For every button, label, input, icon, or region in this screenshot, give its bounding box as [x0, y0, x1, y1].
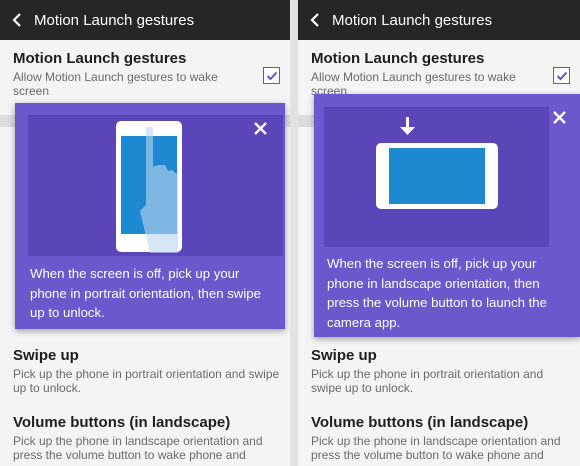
volume-buttons-title: Volume buttons (in landscape): [311, 414, 529, 431]
setting-title: Motion Launch gestures: [311, 50, 485, 67]
app-bar: Motion Launch gestures: [0, 0, 290, 40]
page-title: Motion Launch gestures: [34, 11, 195, 29]
tip-text: When the screen is off, pick up your pho…: [327, 256, 547, 330]
portrait-illustration: [28, 115, 283, 256]
close-tip-button[interactable]: [249, 117, 271, 139]
close-icon: [253, 121, 267, 135]
down-arrow-icon: [400, 117, 415, 135]
setting-description: Allow Motion Launch gestures to wake scr…: [13, 70, 218, 98]
tip-text: When the screen is off, pick up your pho…: [30, 266, 261, 320]
page-title: Motion Launch gestures: [332, 11, 493, 29]
panel-divider: [290, 0, 298, 466]
left-panel: Motion Launch gestures Motion Launch ges…: [0, 0, 290, 466]
swipe-up-description: Pick up the phone in portrait orientatio…: [13, 367, 280, 395]
setting-motion-launch[interactable]: Motion Launch gestures Allow Motion Laun…: [13, 50, 282, 98]
close-icon: [552, 110, 566, 124]
volume-buttons-title: Volume buttons (in landscape): [13, 414, 231, 431]
setting-volume-buttons[interactable]: Volume buttons (in landscape) Pick up th…: [311, 414, 572, 462]
volume-buttons-description: Pick up the phone in landscape orientati…: [311, 434, 561, 462]
tip-card-landscape: When the screen is off, pick up your pho…: [314, 94, 580, 337]
check-icon: [556, 71, 567, 80]
landscape-illustration: [324, 107, 549, 247]
back-arrow-icon: [310, 13, 319, 27]
right-panel: Motion Launch gestures Motion Launch ges…: [298, 0, 580, 466]
setting-motion-launch[interactable]: Motion Launch gestures Allow Motion Laun…: [311, 50, 572, 98]
phone-portrait-illustration: [116, 121, 182, 253]
setting-swipe-up[interactable]: Swipe up Pick up the phone in portrait o…: [311, 347, 572, 395]
app-bar: Motion Launch gestures: [298, 0, 580, 40]
check-icon: [266, 71, 277, 80]
phone-landscape-illustration: [376, 117, 498, 209]
back-button[interactable]: [0, 0, 34, 40]
motion-launch-checkbox[interactable]: [263, 67, 280, 84]
back-arrow-icon: [12, 13, 21, 27]
setting-swipe-up[interactable]: Swipe up Pick up the phone in portrait o…: [13, 347, 282, 395]
close-tip-button[interactable]: [548, 106, 570, 128]
swipe-up-description: Pick up the phone in portrait orientatio…: [311, 367, 544, 395]
volume-buttons-description: Pick up the phone in landscape orientati…: [13, 434, 263, 462]
swipe-up-title: Swipe up: [311, 347, 377, 364]
motion-launch-checkbox[interactable]: [553, 67, 570, 84]
back-button[interactable]: [298, 0, 332, 40]
swipe-up-title: Swipe up: [13, 347, 79, 364]
setting-title: Motion Launch gestures: [13, 50, 187, 67]
setting-volume-buttons[interactable]: Volume buttons (in landscape) Pick up th…: [13, 414, 282, 462]
screen: Motion Launch gestures Motion Launch ges…: [0, 0, 580, 466]
tip-card-portrait: When the screen is off, pick up your pho…: [15, 103, 285, 329]
